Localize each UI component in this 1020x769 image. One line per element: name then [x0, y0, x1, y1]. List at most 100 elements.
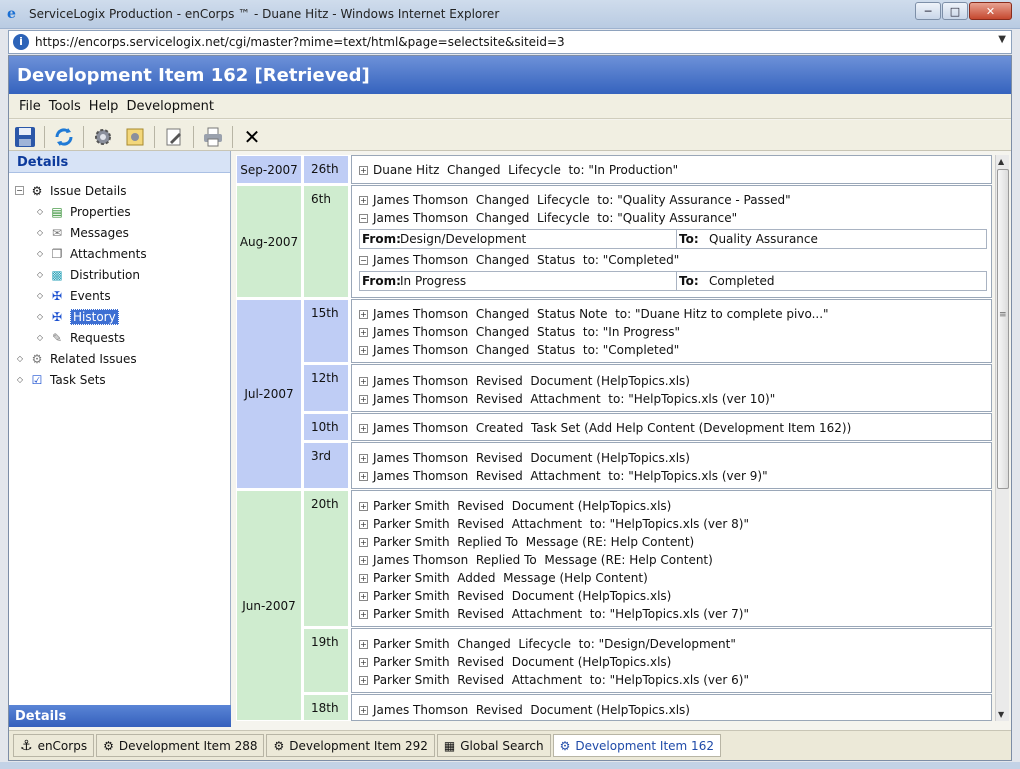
expand-icon[interactable]: + — [359, 195, 368, 205]
expand-icon[interactable]: + — [359, 471, 368, 481]
edit-icon[interactable] — [161, 124, 187, 150]
menu-tools[interactable]: Tools — [49, 99, 81, 118]
vertical-scrollbar[interactable]: ▲ ≡ ▼ — [995, 155, 1009, 721]
tree-item-history[interactable]: ◇ ✠ History — [15, 306, 230, 327]
tree-item-properties[interactable]: ◇ ▤ Properties — [15, 201, 230, 222]
history-icon: ✠ — [51, 309, 63, 324]
related-issues-icon: ⚙ — [31, 351, 43, 366]
tab-development-item-288[interactable]: ⚙ Development Item 288 — [96, 734, 265, 757]
day-cell: 6th — [303, 185, 349, 298]
close-window-button[interactable]: ✕ — [969, 2, 1012, 20]
save-icon[interactable] — [12, 124, 38, 150]
messages-icon: ✉ — [51, 225, 63, 240]
tree-item-related-issues[interactable]: ◇ ⚙ Related Issues — [15, 348, 230, 369]
collapse-icon[interactable]: − — [15, 186, 24, 195]
history-row[interactable]: − James Thomson Changed Status to: "Compl… — [359, 251, 679, 269]
settings-icon[interactable] — [90, 124, 116, 150]
app-frame: Development Item 162 [Retrieved] File To… — [8, 55, 1012, 761]
tree-item-messages[interactable]: ◇ ✉ Messages — [15, 222, 230, 243]
tab-global-search[interactable]: ▦ Global Search — [436, 734, 551, 757]
history-row[interactable]: + Duane Hitz Changed Lifecycle to: "In Pr… — [359, 161, 678, 179]
history-row[interactable]: + James Thomson Created Task Set (Add Hel… — [359, 419, 851, 437]
from-label: From: — [362, 274, 401, 288]
history-entry-group: + Parker Smith Changed Lifecycle to: "Des… — [351, 628, 992, 693]
url-text[interactable]: https://encorps.servicelogix.net/cgi/mas… — [35, 35, 565, 49]
expand-icon[interactable]: + — [359, 591, 368, 601]
menu-development[interactable]: Development — [126, 99, 214, 118]
scrollbar-thumb[interactable] — [997, 169, 1009, 489]
history-row[interactable]: + James Thomson Changed Status to: "Compl… — [359, 341, 679, 359]
history-row[interactable]: + James Thomson Revised Document (HelpTop… — [359, 701, 690, 719]
tree-item-distribution[interactable]: ◇ ▩ Distribution — [15, 264, 230, 285]
expand-icon[interactable]: + — [359, 423, 368, 433]
tree-item-task-sets[interactable]: ◇ ☑ Task Sets — [15, 369, 230, 390]
expand-icon[interactable]: + — [359, 309, 368, 319]
expand-icon[interactable]: + — [359, 555, 368, 565]
history-row[interactable]: + Parker Smith Revised Document (HelpTopi… — [359, 653, 671, 671]
history-row[interactable]: + James Thomson Changed Status to: "In Pr… — [359, 323, 680, 341]
scroll-down-icon[interactable]: ▼ — [998, 710, 1004, 719]
tab-development-item-292[interactable]: ⚙ Development Item 292 — [266, 734, 435, 757]
print-icon[interactable] — [200, 124, 226, 150]
history-row[interactable]: + James Thomson Revised Attachment to: "H… — [359, 467, 768, 485]
expand-icon[interactable]: + — [359, 657, 368, 667]
menu-help[interactable]: Help — [89, 99, 119, 118]
history-row[interactable]: + James Thomson Revised Document (HelpTop… — [359, 449, 690, 467]
expand-icon[interactable]: + — [359, 609, 368, 619]
history-text: Parker Smith Revised Document (HelpTopic… — [373, 499, 672, 513]
day-cell: 3rd — [303, 442, 349, 489]
toolbar: ✕ — [9, 120, 1011, 151]
expand-icon[interactable]: + — [359, 394, 368, 404]
expand-icon[interactable]: + — [359, 519, 368, 529]
close-icon[interactable]: ✕ — [239, 124, 265, 150]
address-dropdown-icon[interactable]: ▼ — [998, 34, 1006, 45]
history-row[interactable]: + James Thomson Revised Document (HelpTop… — [359, 372, 690, 390]
history-row[interactable]: + Parker Smith Revised Attachment to: "He… — [359, 671, 749, 689]
expand-icon[interactable]: + — [359, 537, 368, 547]
menu-file[interactable]: File — [19, 99, 41, 118]
expand-icon[interactable]: + — [359, 675, 368, 685]
expand-icon[interactable]: + — [359, 573, 368, 583]
tab-development-item-162[interactable]: ⚙ Development Item 162 — [552, 734, 721, 757]
maximize-button[interactable]: □ — [942, 2, 968, 20]
history-row[interactable]: + James Thomson Replied To Message (RE: H… — [359, 551, 713, 569]
history-entry-group: + James Thomson Revised Document (HelpTop… — [351, 364, 992, 412]
history-row[interactable]: + Parker Smith Revised Document (HelpTopi… — [359, 587, 671, 605]
history-row[interactable]: + Parker Smith Revised Attachment to: "He… — [359, 605, 749, 623]
tree-item-events[interactable]: ◇ ✠ Events — [15, 285, 230, 306]
tree-item-label: Task Sets — [50, 372, 106, 387]
expand-icon[interactable]: + — [359, 705, 368, 715]
details-sidebar: Details − ⚙ Issue Details ◇ ▤ Properties… — [9, 151, 231, 727]
history-row[interactable]: + James Thomson Revised Attachment to: "H… — [359, 390, 775, 408]
expand-icon[interactable]: + — [359, 327, 368, 337]
history-row[interactable]: + Parker Smith Replied To Message (RE: He… — [359, 533, 694, 551]
tree-item-requests[interactable]: ◇ ✎ Requests — [15, 327, 230, 348]
history-row[interactable]: + James Thomson Changed Status Note to: "… — [359, 305, 829, 323]
tree-item-issue-details[interactable]: − ⚙ Issue Details — [15, 180, 230, 201]
collapse-icon[interactable]: − — [359, 213, 368, 223]
encorps-logo-icon: ⚓ — [20, 737, 33, 754]
refresh-icon[interactable] — [51, 124, 77, 150]
scroll-up-icon[interactable]: ▲ — [998, 157, 1004, 166]
properties-icon[interactable] — [122, 124, 148, 150]
expand-icon[interactable]: + — [359, 501, 368, 511]
expand-icon[interactable]: + — [359, 345, 368, 355]
history-row[interactable]: + Parker Smith Revised Document (HelpTopi… — [359, 497, 671, 515]
tree-item-attachments[interactable]: ◇ ❐ Attachments — [15, 243, 230, 264]
history-row[interactable]: + James Thomson Changed Lifecycle to: "Qu… — [359, 191, 791, 209]
history-row[interactable]: + Parker Smith Revised Attachment to: "He… — [359, 515, 749, 533]
expand-icon[interactable]: + — [359, 165, 368, 175]
address-bar[interactable]: i https://encorps.servicelogix.net/cgi/m… — [8, 30, 1012, 54]
history-row[interactable]: − James Thomson Changed Lifecycle to: "Qu… — [359, 209, 737, 227]
collapse-icon[interactable]: − — [359, 255, 368, 265]
expand-icon[interactable]: + — [359, 453, 368, 463]
tab-encorps[interactable]: ⚓ enCorps — [13, 734, 95, 757]
history-row[interactable]: + Parker Smith Added Message (Help Conten… — [359, 569, 648, 587]
history-entry-group: + James Thomson Revised Document (HelpTop… — [351, 442, 992, 489]
expand-icon[interactable]: + — [359, 639, 368, 649]
history-row[interactable]: + Parker Smith Changed Lifecycle to: "Des… — [359, 635, 736, 653]
minimize-button[interactable]: ─ — [915, 2, 941, 20]
expand-icon[interactable]: + — [359, 376, 368, 386]
history-text: Parker Smith Changed Lifecycle to: "Desi… — [373, 637, 736, 651]
tree-connector-icon: ◇ — [36, 333, 44, 342]
